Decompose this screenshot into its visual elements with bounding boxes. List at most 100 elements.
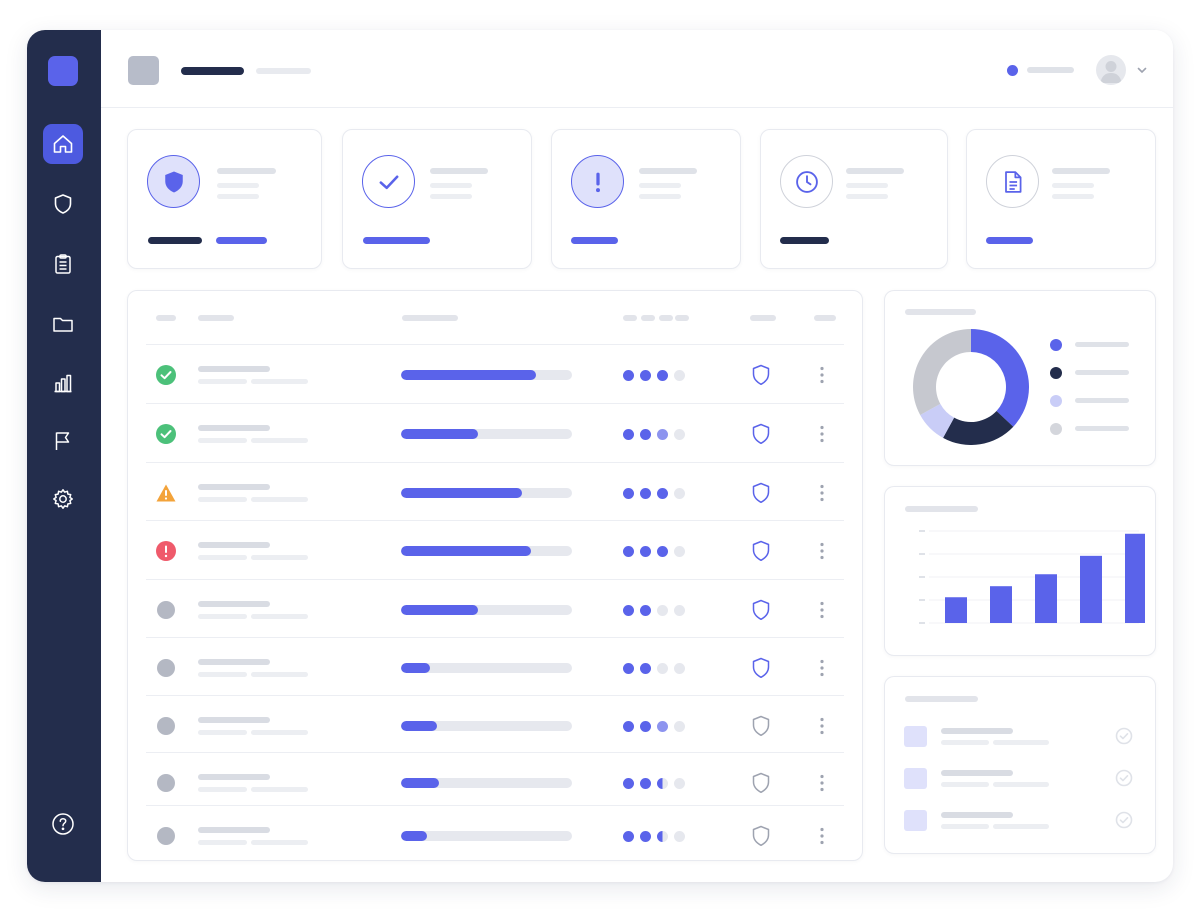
table-row[interactable]	[146, 695, 844, 753]
sidebar-item-analytics[interactable]	[43, 363, 83, 403]
chart-bar[interactable]	[990, 586, 1012, 623]
donut-slice[interactable]	[913, 329, 971, 415]
check-circle-icon[interactable]	[1115, 727, 1133, 745]
stat-card-documents[interactable]	[966, 129, 1156, 269]
row-meta	[198, 840, 247, 845]
app-logo[interactable]	[48, 56, 78, 86]
neutral-status-icon	[156, 600, 176, 620]
item-meta	[993, 740, 1049, 745]
y-tick	[919, 553, 925, 555]
score-dots	[623, 831, 685, 842]
table-row[interactable]	[146, 520, 844, 578]
more-options-icon[interactable]	[819, 600, 825, 620]
column-header-protection[interactable]	[750, 315, 776, 321]
table-row[interactable]	[146, 637, 844, 695]
shield-icon[interactable]	[751, 772, 771, 794]
progress-fill	[401, 546, 531, 556]
more-options-icon[interactable]	[819, 365, 825, 385]
document-icon	[1004, 170, 1021, 193]
score-dots	[623, 605, 685, 616]
row-meta	[251, 672, 308, 677]
sidebar-item-reports[interactable]	[43, 244, 83, 284]
row-meta	[198, 438, 247, 443]
shield-badge	[147, 155, 200, 208]
shield-icon[interactable]	[751, 657, 771, 679]
sidebar-item-home[interactable]	[43, 124, 83, 164]
sidebar-item-security[interactable]	[43, 184, 83, 224]
card-title	[217, 168, 276, 174]
shield-icon[interactable]	[751, 540, 771, 562]
donut-slice[interactable]	[971, 329, 1029, 427]
item-meta	[993, 824, 1049, 829]
more-options-icon[interactable]	[819, 773, 825, 793]
chevron-down-icon[interactable]	[1136, 64, 1148, 76]
document-badge	[986, 155, 1039, 208]
shield-icon[interactable]	[751, 364, 771, 386]
row-title	[198, 774, 270, 780]
sidebar-item-files[interactable]	[43, 304, 83, 344]
distribution-card	[884, 290, 1156, 466]
chart-bar[interactable]	[945, 597, 967, 623]
checklist-card	[884, 676, 1156, 854]
column-header-name[interactable]	[198, 315, 234, 321]
column-header-score[interactable]	[623, 315, 637, 321]
more-options-icon[interactable]	[819, 424, 825, 444]
table-row[interactable]	[146, 752, 844, 810]
shield-icon[interactable]	[751, 715, 771, 737]
column-header-score[interactable]	[675, 315, 689, 321]
column-header-score[interactable]	[641, 315, 655, 321]
stat-card-verified[interactable]	[342, 129, 532, 269]
score-dot	[657, 370, 668, 381]
score-dot	[640, 721, 651, 732]
flag-icon	[55, 432, 70, 450]
chart-bar[interactable]	[1080, 555, 1102, 623]
stat-card-pending[interactable]	[760, 129, 948, 269]
column-header-status[interactable]	[156, 315, 176, 321]
card-subtitle	[846, 183, 888, 188]
column-header-actions[interactable]	[814, 315, 836, 321]
table-row[interactable]	[146, 344, 844, 402]
user-avatar[interactable]	[1096, 55, 1126, 85]
more-options-icon[interactable]	[819, 541, 825, 561]
more-options-icon[interactable]	[819, 658, 825, 678]
card-subtitle	[846, 194, 888, 199]
row-meta	[198, 787, 247, 792]
check-circle-icon[interactable]	[1115, 769, 1133, 787]
sidebar-item-flags[interactable]	[43, 421, 83, 461]
chart-bar[interactable]	[1035, 574, 1057, 623]
sidebar-item-settings[interactable]	[43, 479, 83, 519]
shield-icon[interactable]	[751, 599, 771, 621]
item-thumbnail	[904, 768, 927, 789]
shield-icon[interactable]	[751, 825, 771, 847]
table-row[interactable]	[146, 805, 844, 863]
score-dots	[623, 488, 685, 499]
more-options-icon[interactable]	[819, 826, 825, 846]
progress-bar	[401, 429, 572, 439]
score-dot	[674, 831, 685, 842]
table-row[interactable]	[146, 579, 844, 637]
table-row[interactable]	[146, 403, 844, 461]
score-dot	[674, 663, 685, 674]
check-circle-icon[interactable]	[1115, 811, 1133, 829]
table-row[interactable]	[146, 462, 844, 520]
legend-dot	[1050, 423, 1062, 435]
card-metric	[148, 237, 202, 244]
chart-bar[interactable]	[1125, 533, 1145, 623]
progress-fill	[401, 488, 523, 498]
y-tick	[919, 622, 925, 624]
more-options-icon[interactable]	[819, 716, 825, 736]
clock-icon	[795, 170, 818, 193]
score-dots	[623, 370, 685, 381]
card-subtitle	[1052, 194, 1094, 199]
shield-icon[interactable]	[751, 423, 771, 445]
stat-card-alerts[interactable]	[551, 129, 741, 269]
y-tick	[919, 530, 925, 532]
more-options-icon[interactable]	[819, 483, 825, 503]
column-header-score[interactable]	[659, 315, 673, 321]
column-header-progress[interactable]	[402, 315, 458, 321]
score-dot	[640, 605, 651, 616]
stat-card-security[interactable]	[127, 129, 322, 269]
trend-card	[884, 486, 1156, 656]
shield-icon[interactable]	[751, 482, 771, 504]
help-button[interactable]	[43, 804, 83, 844]
